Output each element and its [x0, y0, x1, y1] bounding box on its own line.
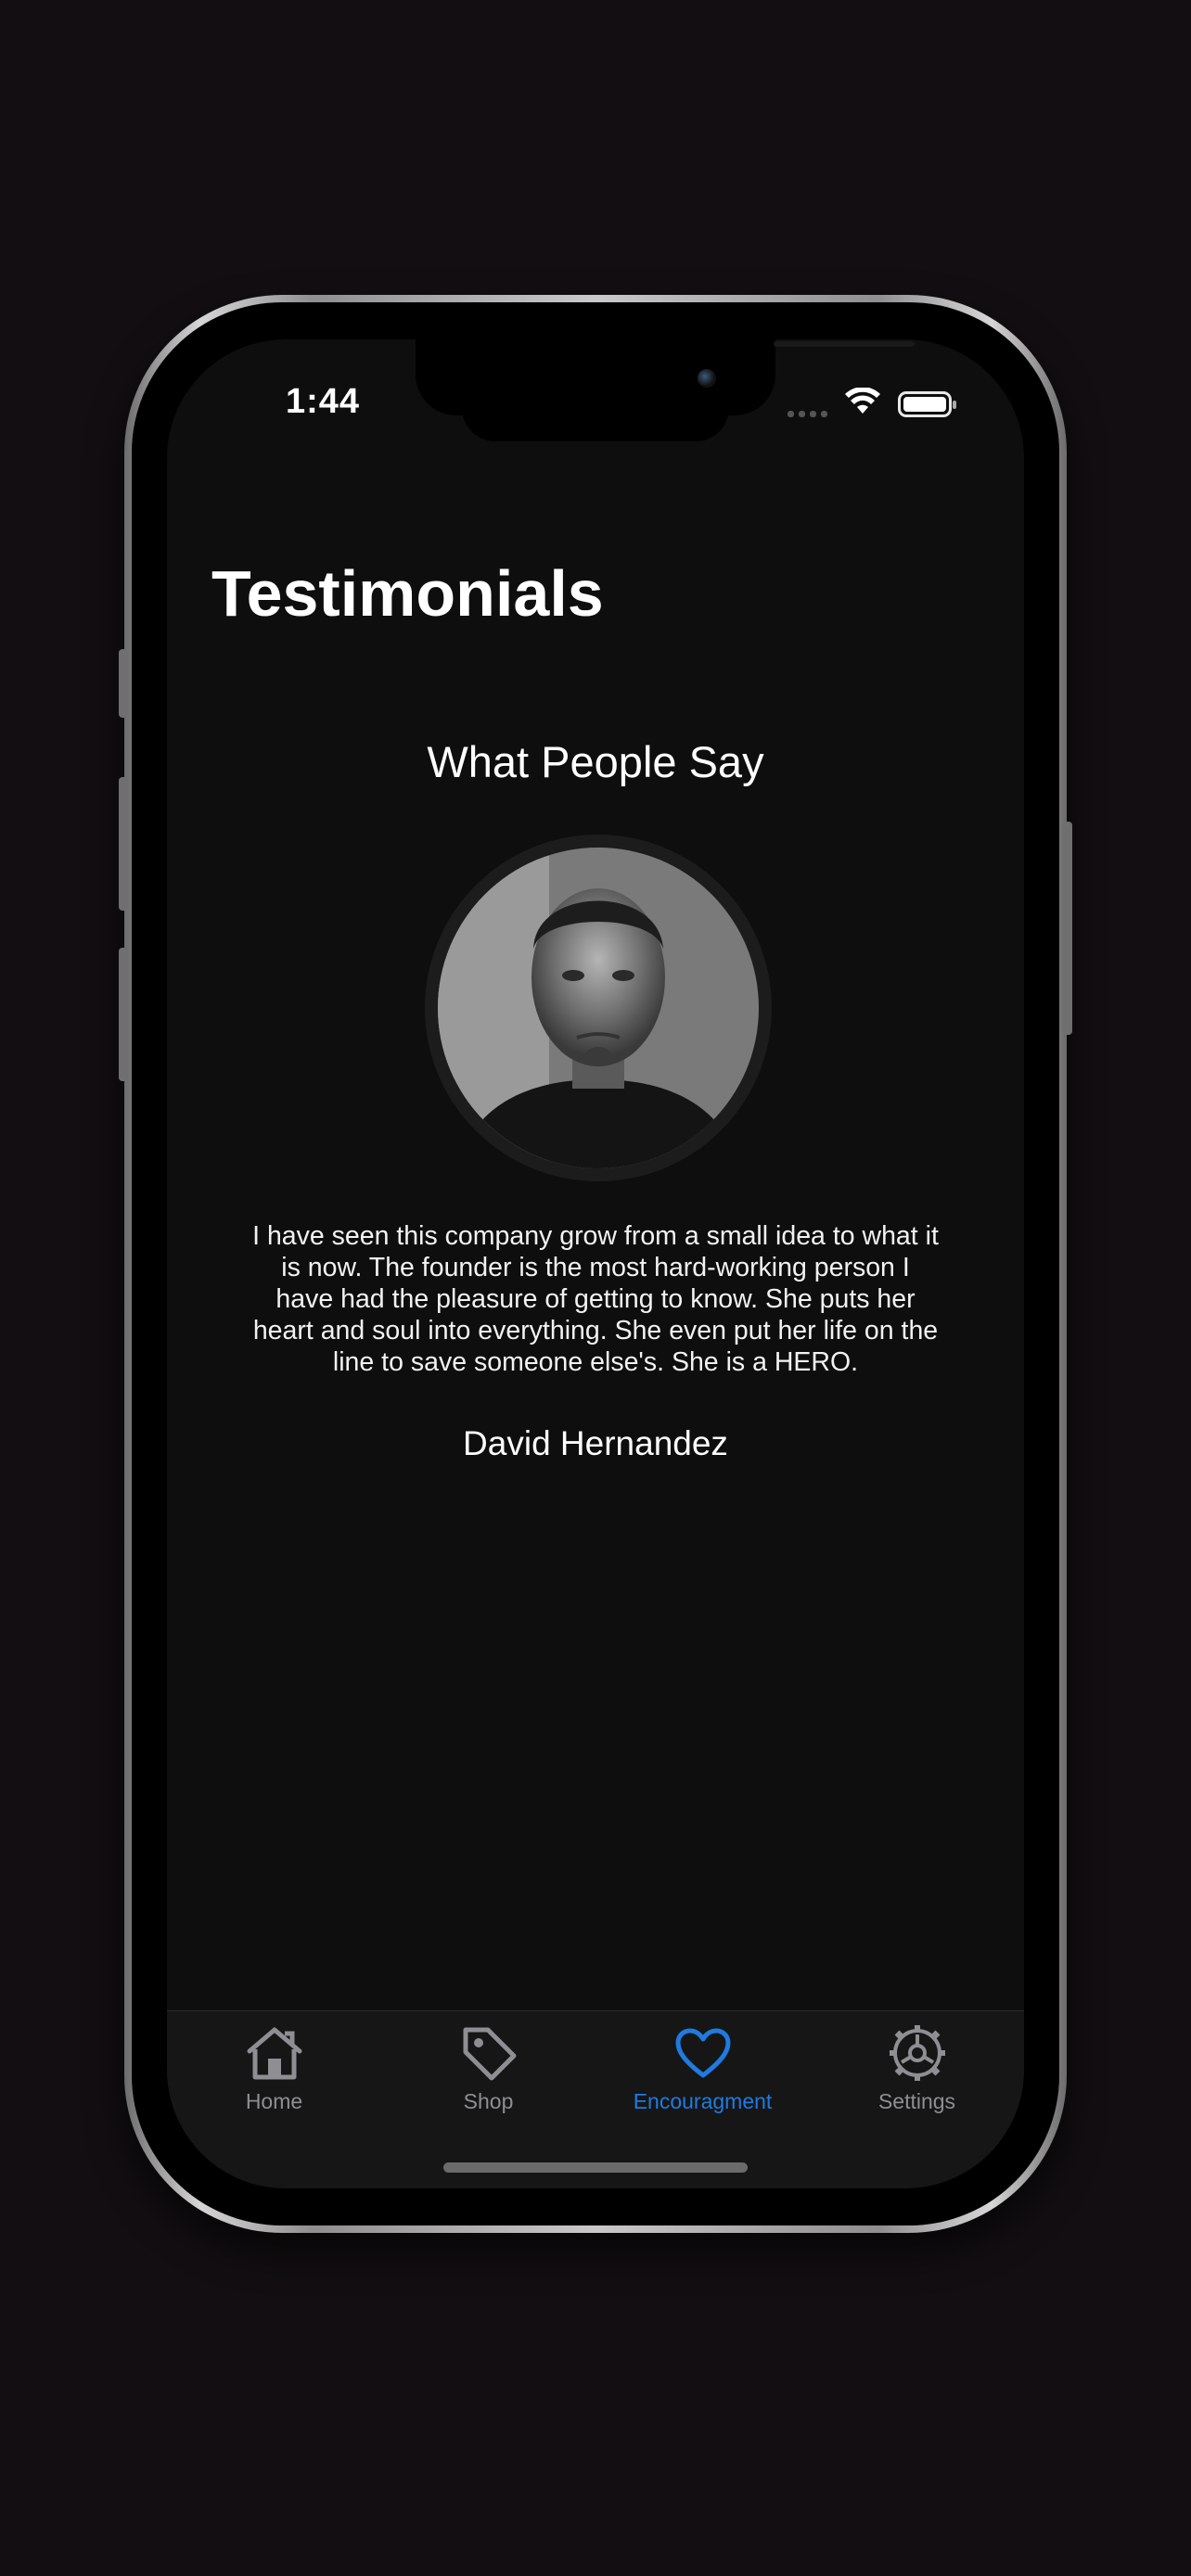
tab-label-encouragment: Encouragment — [633, 2089, 773, 2113]
tab-label-shop: Shop — [463, 2089, 514, 2113]
status-icons — [788, 387, 956, 420]
speaker-grille — [774, 341, 915, 347]
silent-switch — [119, 649, 128, 718]
tab-shop[interactable]: Shop — [381, 2022, 596, 2114]
house-icon — [167, 2022, 381, 2084]
volume-up-button — [119, 777, 128, 911]
power-button — [1063, 822, 1072, 1035]
avatar-ring — [425, 835, 772, 1181]
tab-home[interactable]: Home — [167, 2022, 381, 2114]
wifi-icon — [844, 387, 881, 420]
tab-label-home: Home — [245, 2089, 303, 2113]
tab-label-settings: Settings — [877, 2089, 956, 2113]
app-screen: 1:44 Testimonials What People Say I have… — [167, 339, 1024, 2188]
volume-down-button — [119, 948, 128, 1081]
home-indicator[interactable] — [443, 2162, 748, 2173]
page-title: Testimonials — [211, 557, 604, 630]
tab-settings[interactable]: Settings — [810, 2022, 1024, 2114]
testimonial-quote: I have seen this company grow from a sma… — [252, 1221, 939, 1377]
status-time: 1:44 — [286, 382, 361, 421]
cellular-signal-icon — [788, 391, 827, 417]
tag-icon — [381, 2022, 596, 2084]
section-title: What People Say — [427, 737, 764, 786]
front-camera — [698, 369, 716, 388]
gear-icon — [810, 2022, 1024, 2084]
avatar — [438, 848, 759, 1168]
tab-encouragment[interactable]: Encouragment — [596, 2022, 810, 2114]
heart-icon — [596, 2022, 810, 2084]
battery-icon — [898, 390, 956, 417]
testimonial-author: David Hernandez — [463, 1424, 728, 1462]
notch-lower — [462, 395, 729, 441]
